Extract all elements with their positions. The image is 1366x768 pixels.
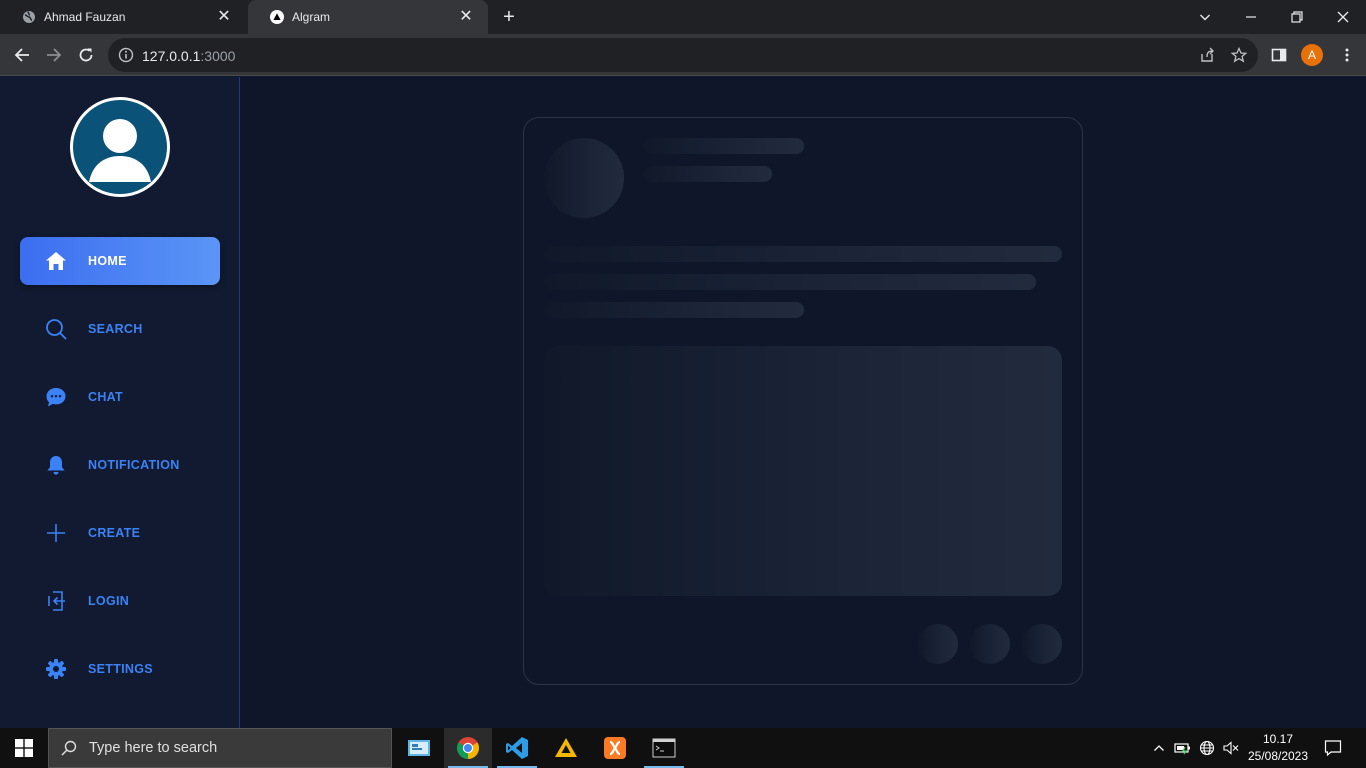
side-panel-icon[interactable] — [1268, 44, 1290, 66]
profile-avatar[interactable]: A — [1301, 44, 1323, 66]
nav-home[interactable]: HOME — [20, 237, 220, 285]
nav-home-label: HOME — [88, 254, 127, 268]
url-host: 127.0.0.1 — [142, 48, 201, 64]
nav-notification-label: NOTIFICATION — [88, 458, 180, 472]
close-window-icon[interactable] — [1320, 0, 1366, 34]
nav-chat[interactable]: CHAT — [20, 373, 220, 421]
browser-tab-bar: Ahmad Fauzan ✕ Algram ✕ + — [0, 0, 1366, 34]
skeleton-text-line — [544, 302, 804, 318]
bookmark-star-icon[interactable] — [1230, 46, 1248, 64]
chrome-icon[interactable] — [444, 728, 492, 768]
tab-title: Algram — [292, 10, 331, 24]
skeleton-action-button — [1022, 624, 1062, 664]
volume-muted-icon[interactable] — [1222, 739, 1240, 757]
nav-login-label: LOGIN — [88, 594, 130, 608]
minimize-icon[interactable] — [1228, 0, 1274, 34]
nav-settings[interactable]: SETTINGS — [20, 645, 220, 693]
new-tab-button[interactable]: + — [499, 7, 519, 27]
tab-search-chevron-icon[interactable] — [1182, 0, 1228, 34]
tray-overflow-chevron-icon[interactable] — [1150, 739, 1168, 757]
globe-icon — [22, 10, 36, 24]
close-tab-icon[interactable]: ✕ — [216, 9, 232, 25]
close-tab-icon[interactable]: ✕ — [458, 9, 474, 25]
notification-center-icon[interactable] — [1324, 739, 1342, 757]
skeleton-action-button — [970, 624, 1010, 664]
url-port: :3000 — [200, 48, 236, 64]
back-arrow-icon[interactable] — [11, 44, 33, 66]
skeleton-subtitle — [644, 166, 772, 182]
vscode-icon[interactable] — [493, 728, 541, 768]
skeleton-username — [644, 138, 804, 154]
system-clock[interactable]: 10.17 25/08/2023 — [1246, 731, 1310, 765]
home-icon — [44, 249, 68, 273]
battery-icon[interactable] — [1174, 739, 1192, 757]
terminal-icon[interactable] — [640, 728, 688, 768]
windows-taskbar: Type here to search 10.17 25/08/2023 — [0, 728, 1366, 768]
user-avatar[interactable] — [70, 97, 170, 197]
chat-icon — [44, 385, 68, 409]
site-info-icon[interactable] — [118, 47, 134, 68]
search-icon — [44, 317, 68, 341]
nav-chat-label: CHAT — [88, 390, 123, 404]
restore-icon[interactable] — [1274, 0, 1320, 34]
browser-toolbar: 127.0.0.1:3000 A — [0, 34, 1366, 76]
address-bar[interactable]: 127.0.0.1:3000 — [108, 38, 1258, 72]
tab-algram[interactable]: Algram ✕ — [248, 0, 488, 34]
nav-notification[interactable]: NOTIFICATION — [20, 441, 220, 489]
file-explorer-icon[interactable] — [395, 728, 443, 768]
xampp-icon[interactable] — [591, 728, 639, 768]
forward-arrow-icon[interactable] — [43, 44, 65, 66]
nav-create[interactable]: CREATE — [20, 509, 220, 557]
network-globe-icon[interactable] — [1198, 739, 1216, 757]
taskbar-search-placeholder: Type here to search — [89, 740, 218, 756]
skeleton-text-line — [544, 246, 1062, 262]
reload-icon[interactable] — [75, 44, 97, 66]
login-icon — [44, 589, 68, 613]
app-icon[interactable] — [542, 728, 590, 768]
nav-search[interactable]: SEARCH — [20, 305, 220, 353]
skeleton-image — [544, 346, 1062, 596]
plus-icon — [44, 521, 68, 545]
nav-settings-label: SETTINGS — [88, 662, 153, 676]
nav-create-label: CREATE — [88, 526, 141, 540]
menu-kebab-icon[interactable] — [1336, 44, 1358, 66]
url-text: 127.0.0.1:3000 — [142, 48, 235, 64]
tab-title: Ahmad Fauzan — [44, 10, 126, 24]
skeleton-action-button — [918, 624, 958, 664]
post-skeleton-card — [523, 117, 1083, 685]
clock-time: 10.17 — [1262, 732, 1294, 746]
taskbar-search-box[interactable]: Type here to search — [48, 728, 392, 768]
windows-start-icon[interactable] — [0, 728, 48, 768]
skeleton-text-line — [544, 274, 1036, 290]
sidebar: HOME SEARCH CHAT NOTIFICATION CREATE LOG… — [0, 77, 240, 728]
gear-icon — [44, 657, 68, 681]
skeleton-avatar — [544, 138, 624, 218]
tab-ahmad-fauzan[interactable]: Ahmad Fauzan ✕ — [0, 0, 246, 34]
user-silhouette-icon — [89, 119, 151, 182]
share-icon[interactable] — [1198, 46, 1216, 64]
main-feed — [241, 77, 1366, 728]
clock-date: 25/08/2023 — [1247, 749, 1309, 763]
nav-search-label: SEARCH — [88, 322, 143, 336]
nav-login[interactable]: LOGIN — [20, 577, 220, 625]
bell-icon — [44, 453, 68, 477]
search-icon — [61, 740, 77, 756]
app-logo-icon — [270, 10, 284, 24]
